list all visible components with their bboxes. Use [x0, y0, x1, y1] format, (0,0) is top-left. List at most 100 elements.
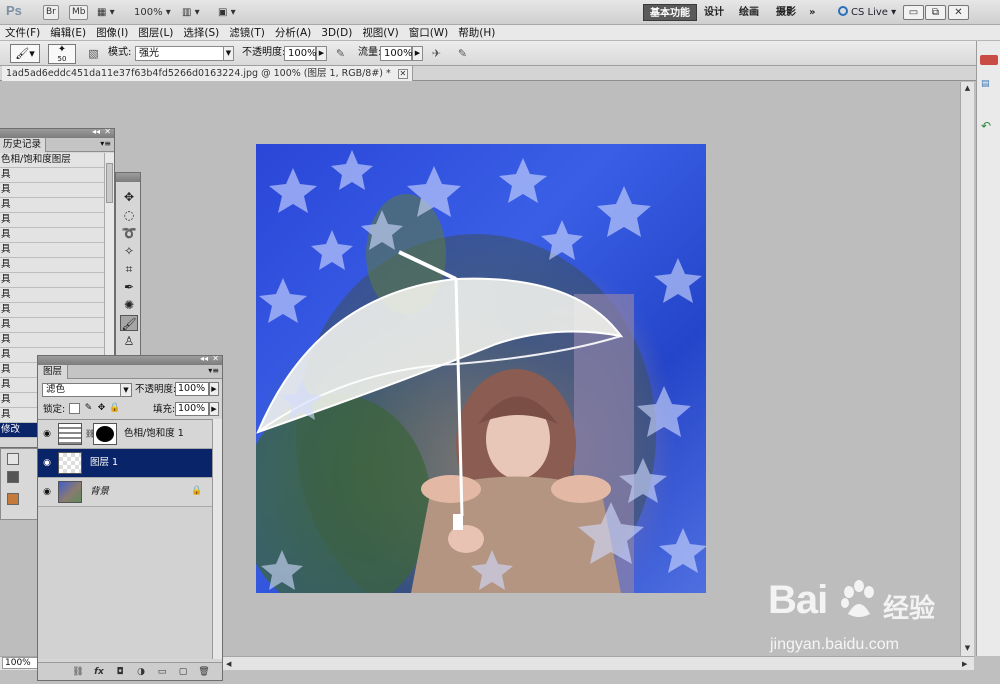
- pressure-size-icon[interactable]: ✎: [455, 46, 470, 61]
- workspace-design[interactable]: 设计: [698, 4, 730, 21]
- marquee-icon[interactable]: ◌: [120, 207, 138, 223]
- blend-mode-select[interactable]: 滤色 ▼: [42, 383, 132, 397]
- trash-icon[interactable]: 🗑: [198, 666, 210, 678]
- history-state[interactable]: 色相/饱和度图层: [0, 153, 104, 168]
- eyedropper-icon[interactable]: ✒: [120, 279, 138, 295]
- scroll-up-icon[interactable]: ▲: [963, 84, 972, 93]
- brush-panel-toggle-icon[interactable]: ▧: [86, 46, 101, 61]
- workspace-painting[interactable]: 绘画: [733, 4, 765, 21]
- layer-row-selected[interactable]: ◉ 图层 1: [38, 449, 212, 478]
- opacity-input[interactable]: 100%: [284, 46, 317, 61]
- eye-icon[interactable]: ◉: [41, 486, 53, 498]
- mode-select[interactable]: 强光: [135, 46, 225, 61]
- fill-input[interactable]: 100%: [175, 402, 209, 416]
- stamp-icon[interactable]: ♙: [120, 333, 138, 349]
- flow-slider-arrow-icon[interactable]: ▶: [412, 46, 423, 61]
- fx-icon[interactable]: fx: [93, 666, 105, 678]
- swatch-dark[interactable]: [7, 471, 19, 483]
- layer-row-background[interactable]: ◉ 背景 🔒: [38, 478, 212, 507]
- document-tab[interactable]: 1ad5ad6eddc451da11e37f63b4fd5266d0163224…: [2, 66, 413, 81]
- menu-image[interactable]: 图像(I): [91, 25, 133, 41]
- panel-menu-icon[interactable]: ▾≡: [100, 139, 111, 148]
- menu-layer[interactable]: 图层(L): [133, 25, 178, 41]
- close-button[interactable]: ✕: [948, 5, 969, 20]
- history-state[interactable]: 具: [0, 183, 104, 198]
- more-workspaces-button[interactable]: »: [803, 4, 821, 21]
- scroll-down-icon[interactable]: ▼: [963, 644, 972, 653]
- zoom-level-dropdown[interactable]: 100% ▾: [134, 4, 171, 21]
- view-extras-dropdown[interactable]: ▦ ▾: [97, 4, 115, 21]
- lock-all-icon[interactable]: 🔒: [109, 403, 120, 414]
- tools-panel-titlebar[interactable]: [116, 173, 140, 182]
- brush-preset-picker[interactable]: ✦ 50: [48, 44, 76, 64]
- arrange-documents-dropdown[interactable]: ▥ ▾: [182, 4, 200, 21]
- menu-3d[interactable]: 3D(D): [316, 25, 357, 41]
- eye-icon[interactable]: ◉: [41, 457, 53, 469]
- screen-mode-dropdown[interactable]: ▣ ▾: [218, 4, 236, 21]
- move-icon[interactable]: ✥: [120, 189, 138, 205]
- layers-panel-titlebar[interactable]: ◂◂ ✕: [38, 354, 222, 365]
- minimize-button[interactable]: ▭: [903, 5, 924, 20]
- opacity-arrow-icon[interactable]: ▶: [209, 382, 219, 396]
- workspace-photography[interactable]: 摄影: [770, 4, 802, 21]
- lock-pixels-icon[interactable]: ✎: [83, 403, 94, 414]
- menu-select[interactable]: 选择(S): [178, 25, 224, 41]
- restore-button[interactable]: ⧉: [925, 5, 946, 20]
- tab-history[interactable]: 历史记录: [0, 138, 47, 152]
- healing-icon[interactable]: ✺: [120, 297, 138, 313]
- mini-bridge-button[interactable]: Mb: [69, 5, 89, 20]
- menu-filter[interactable]: 滤镜(T): [224, 25, 270, 41]
- history-state[interactable]: 具: [0, 288, 104, 303]
- history-state[interactable]: 具: [0, 303, 104, 318]
- menu-help[interactable]: 帮助(H): [453, 25, 500, 41]
- flow-input[interactable]: 100%: [380, 46, 413, 61]
- magic-wand-icon[interactable]: ✧: [120, 243, 138, 259]
- history-panel-titlebar[interactable]: ◂◂ ✕: [0, 127, 114, 138]
- layers-scrollbar[interactable]: [212, 419, 222, 659]
- menu-view[interactable]: 视图(V): [357, 25, 403, 41]
- crop-icon[interactable]: ⌗: [120, 261, 138, 277]
- history-state[interactable]: 具: [0, 243, 104, 258]
- collapse-icon[interactable]: ◂◂: [92, 127, 100, 136]
- pressure-opacity-icon[interactable]: ✎: [333, 46, 348, 61]
- scroll-left-icon[interactable]: ◀: [226, 660, 235, 669]
- collapse-icon[interactable]: ◂◂: [200, 354, 208, 363]
- opacity-slider-arrow-icon[interactable]: ▶: [316, 46, 327, 61]
- menu-edit[interactable]: 编辑(E): [45, 25, 91, 41]
- swatch-orange[interactable]: [7, 493, 19, 505]
- workspace-essentials[interactable]: 基本功能: [643, 4, 697, 21]
- history-state[interactable]: 具: [0, 273, 104, 288]
- history-state[interactable]: 具: [0, 228, 104, 243]
- swatch-light[interactable]: [7, 453, 19, 465]
- mode-dropdown-arrow-icon[interactable]: ▼: [223, 46, 234, 61]
- brush-icon[interactable]: 🖌: [120, 315, 138, 331]
- bridge-button[interactable]: Br: [43, 5, 59, 20]
- history-state[interactable]: 具: [0, 318, 104, 333]
- menu-window[interactable]: 窗口(W): [404, 25, 454, 41]
- vertical-scrollbar[interactable]: ▲ ▼: [960, 82, 974, 656]
- lock-position-icon[interactable]: ✥: [96, 403, 107, 414]
- panel-close-icon[interactable]: ✕: [212, 354, 219, 363]
- history-state[interactable]: 具: [0, 333, 104, 348]
- panel-close-icon[interactable]: ✕: [104, 127, 111, 136]
- layer-mask-thumbnail[interactable]: [93, 423, 117, 445]
- eye-icon[interactable]: ◉: [41, 428, 53, 440]
- history-scroll-thumb[interactable]: [106, 163, 113, 203]
- close-document-icon[interactable]: ✕: [397, 69, 408, 79]
- folder-icon[interactable]: ▭: [156, 666, 168, 678]
- menu-analysis[interactable]: 分析(A): [270, 25, 316, 41]
- history-state[interactable]: 具: [0, 258, 104, 273]
- cs-live-button[interactable]: CS Live ▾: [838, 4, 896, 21]
- lock-transparent-icon[interactable]: [69, 403, 80, 414]
- layer-row-adjustment[interactable]: ◉ ⛓ 色相/饱和度 1: [38, 420, 212, 449]
- panel-menu-icon[interactable]: ▾≡: [208, 366, 219, 375]
- adjustment-layer-icon[interactable]: ◑: [135, 666, 147, 678]
- history-state[interactable]: 具: [0, 168, 104, 183]
- new-layer-icon[interactable]: ▢: [177, 666, 189, 678]
- history-state[interactable]: 具: [0, 213, 104, 228]
- tab-layers[interactable]: 图层: [38, 365, 69, 379]
- link-layers-icon[interactable]: ⛓: [72, 666, 84, 678]
- lasso-icon[interactable]: ➰: [120, 225, 138, 241]
- add-mask-icon[interactable]: ◘: [114, 666, 126, 678]
- history-state[interactable]: 具: [0, 198, 104, 213]
